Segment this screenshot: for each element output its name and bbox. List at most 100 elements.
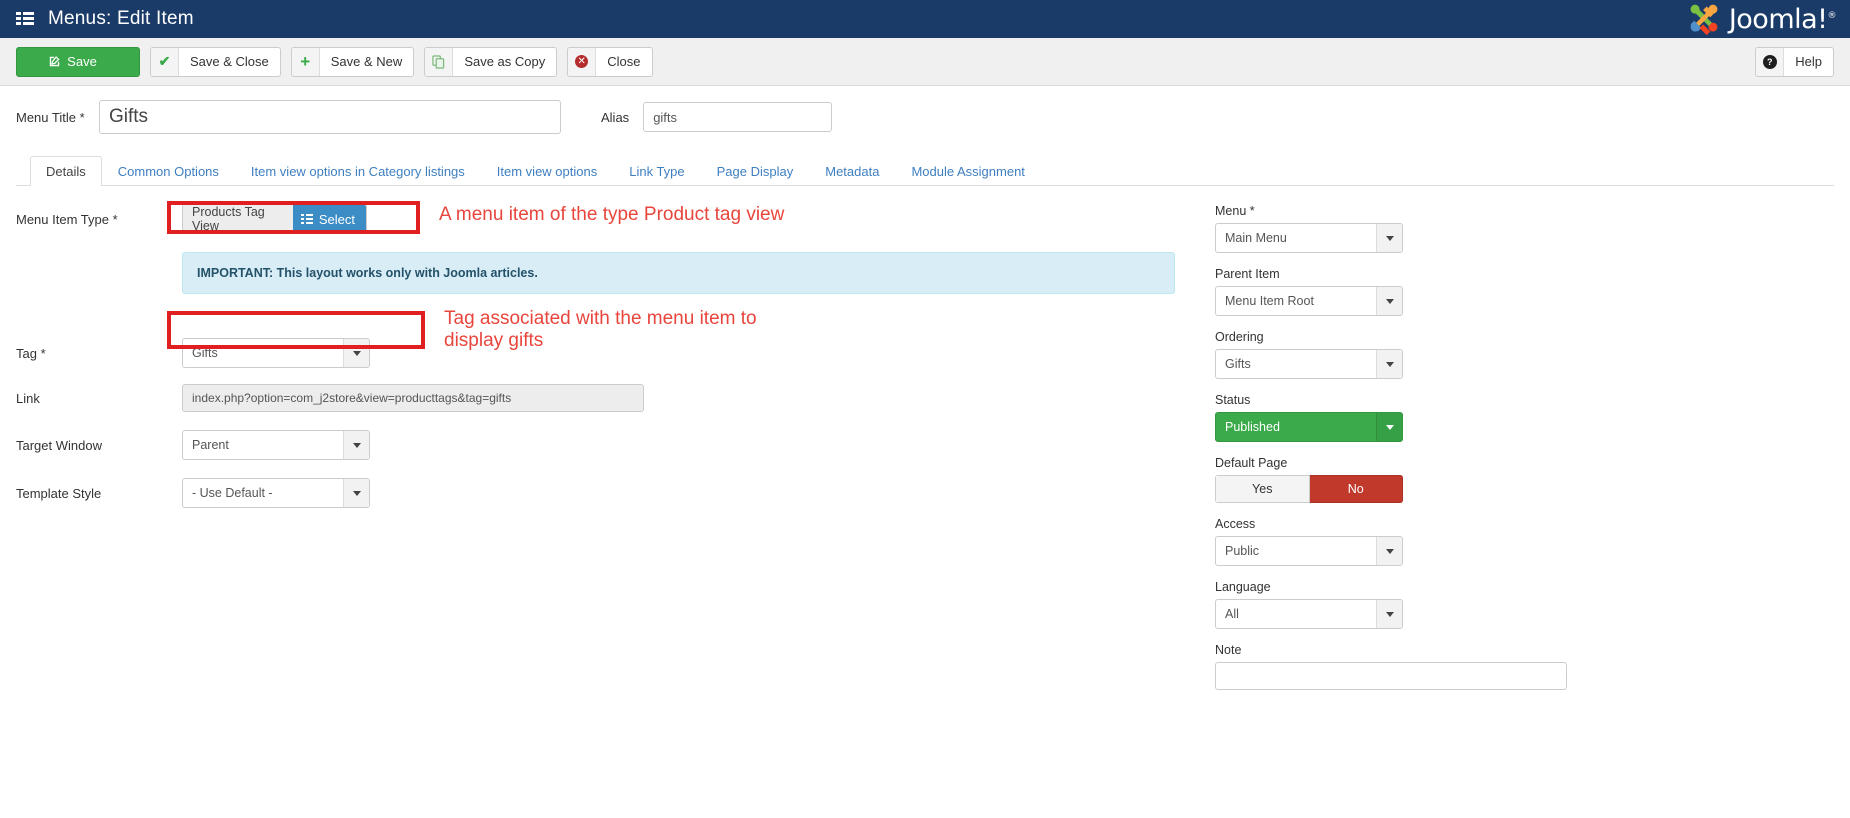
menu-item-type-control[interactable]: Products Tag View Select [182,204,367,234]
default-page-yes[interactable]: Yes [1215,475,1310,503]
chevron-down-icon[interactable] [1376,287,1402,315]
question-mark-icon: ? [1756,48,1784,76]
plus-icon: + [292,48,320,76]
chevron-down-icon[interactable] [343,431,369,459]
page-body: Menu Title * Alias Details Common Option… [0,86,1850,704]
language-select[interactable]: All [1215,599,1403,629]
alias-input[interactable] [643,102,832,132]
content-split: Menu Item Type * Products Tag View Selec… [16,186,1834,704]
chevron-down-icon[interactable] [1376,413,1402,441]
chevron-down-icon[interactable] [1376,537,1402,565]
parent-item-select[interactable]: Menu Item Root [1215,286,1403,316]
menu-item-type-value: Products Tag View [183,205,293,233]
alias-label: Alias [601,110,629,125]
tab-metadata[interactable]: Metadata [809,156,895,186]
default-page-toggle[interactable]: Yes No [1215,475,1403,503]
toolbar: Save ✔ Save & Close + Save & New Save as… [0,38,1850,86]
note-field: Note [1215,643,1567,690]
target-window-select[interactable]: Parent [182,430,370,460]
save-close-button[interactable]: ✔ Save & Close [150,47,281,77]
template-style-select[interactable]: - Use Default - [182,478,370,508]
select-type-button[interactable]: Select [293,205,366,233]
default-page-field: Default Page Yes No [1215,456,1403,503]
menu-item-type-label: Menu Item Type * [16,212,182,227]
chevron-down-icon[interactable] [1376,350,1402,378]
access-value: Public [1216,537,1376,565]
ordering-value: Gifts [1216,350,1376,378]
access-select[interactable]: Public [1215,536,1403,566]
menu-select[interactable]: Main Menu [1215,223,1403,253]
status-label: Status [1215,393,1403,407]
ordering-select[interactable]: Gifts [1215,349,1403,379]
chevron-down-icon[interactable] [1376,600,1402,628]
chevron-down-icon[interactable] [343,339,369,367]
close-button[interactable]: ✕ Close [567,47,652,77]
tab-common-options[interactable]: Common Options [102,156,235,186]
details-panel: Menu Item Type * Products Tag View Selec… [16,204,1201,704]
access-label: Access [1215,517,1403,531]
language-value: All [1216,600,1376,628]
page-title: Menus: Edit Item [48,8,194,30]
tab-link-type[interactable]: Link Type [613,156,700,186]
save-as-copy-label: Save as Copy [453,54,556,69]
check-icon: ✔ [151,48,179,76]
template-style-row: Template Style - Use Default - [16,478,1201,508]
list-grid-icon [301,214,313,224]
language-field: Language All [1215,580,1403,629]
target-window-row: Target Window Parent [16,430,1201,460]
grid-menu-icon[interactable] [16,12,34,27]
tag-value: Gifts [183,339,343,367]
save-button[interactable]: Save [16,47,140,77]
close-circle-icon: ✕ [568,48,596,76]
save-button-label: Save [61,54,108,69]
status-select[interactable]: Published [1215,412,1403,442]
joomla-mark-icon [1686,2,1722,36]
help-button[interactable]: ? Help [1755,47,1834,77]
help-button-label: Help [1784,54,1833,69]
title-row: Menu Title * Alias [16,86,1834,144]
target-window-label: Target Window [16,438,182,453]
save-as-copy-button[interactable]: Save as Copy [424,47,557,77]
parent-item-label: Parent Item [1215,267,1403,281]
tab-item-view-options-category-listings[interactable]: Item view options in Category listings [235,156,481,186]
status-value: Published [1216,413,1376,441]
select-type-label: Select [319,212,355,227]
template-style-label: Template Style [16,486,182,501]
menu-field-label: Menu * [1215,204,1403,218]
tab-page-display[interactable]: Page Display [701,156,810,186]
ordering-label: Ordering [1215,330,1403,344]
link-label: Link [16,391,182,406]
menu-title-label: Menu Title * [16,110,86,125]
important-alert: IMPORTANT: This layout works only with J… [182,252,1175,294]
note-input[interactable] [1215,662,1567,690]
menu-value: Main Menu [1216,224,1376,252]
link-value: index.php?option=com_j2store&view=produc… [182,384,644,412]
top-header-bar: Menus: Edit Item Joomla!® [0,0,1850,38]
access-field: Access Public [1215,517,1403,566]
pencil-square-icon [48,48,61,76]
menu-field: Menu * Main Menu [1215,204,1403,253]
tab-item-view-options[interactable]: Item view options [481,156,613,186]
chevron-down-icon[interactable] [1376,224,1402,252]
annotation-text-menu-item-type: A menu item of the type Product tag view [439,204,784,226]
sidebar-panel: Menu * Main Menu Parent Item Menu Item R… [1201,204,1821,704]
default-page-no[interactable]: No [1310,475,1404,503]
parent-item-field: Parent Item Menu Item Root [1215,267,1403,316]
joomla-wordmark: Joomla!® [1729,4,1836,35]
link-row: Link index.php?option=com_j2store&view=p… [16,384,1201,412]
copy-icon [425,48,453,76]
annotation-text-tag: Tag associated with the menu item to dis… [444,308,757,353]
save-new-button[interactable]: + Save & New [291,47,415,77]
registered-mark: ® [1828,11,1837,21]
menu-title-input[interactable] [99,100,561,134]
close-button-label: Close [596,54,651,69]
status-field: Status Published [1215,393,1403,442]
note-label: Note [1215,643,1567,657]
tag-select[interactable]: Gifts [182,338,370,368]
tab-details[interactable]: Details [30,156,102,186]
joomla-logo: Joomla!® [1686,2,1836,36]
chevron-down-icon[interactable] [343,479,369,507]
tab-module-assignment[interactable]: Module Assignment [895,156,1040,186]
default-page-label: Default Page [1215,456,1403,470]
save-new-label: Save & New [320,54,414,69]
